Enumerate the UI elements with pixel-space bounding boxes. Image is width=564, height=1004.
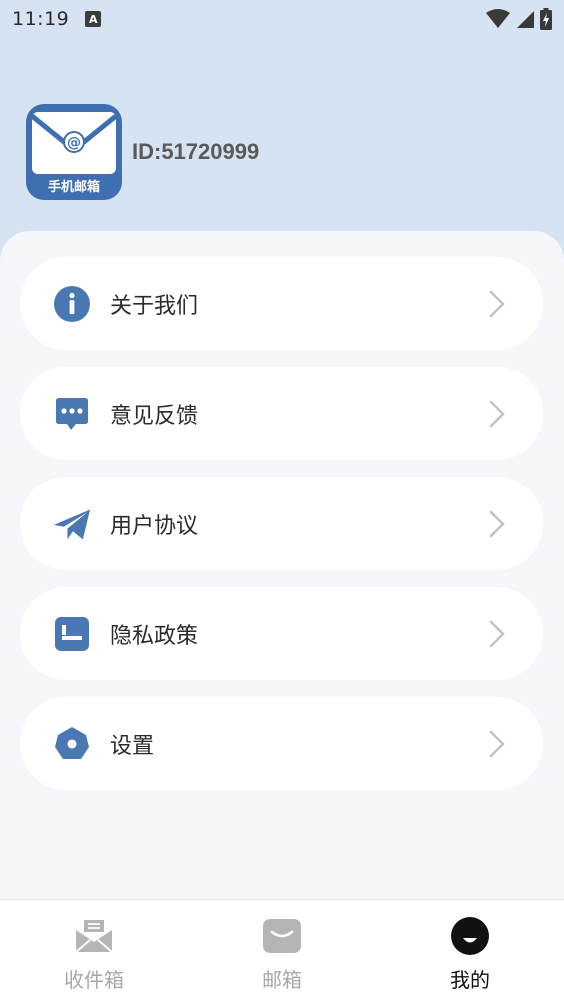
menu-item-user-agreement[interactable]: 用户协议	[20, 477, 543, 570]
menu-label-privacy-policy: 隐私政策	[110, 623, 199, 649]
profile-icon	[451, 917, 489, 955]
inbox-icon	[75, 920, 113, 953]
notification-badge: A	[85, 11, 102, 27]
bottom-tab-bar: 收件箱 邮箱 我的	[0, 899, 564, 1004]
wifi-icon	[486, 9, 510, 28]
status-bar: 11:19 A	[0, 0, 564, 38]
user-id: ID:51720999	[132, 139, 260, 164]
tab-label-mailbox: 邮箱	[262, 968, 302, 992]
document-icon	[53, 615, 91, 653]
profile-header: @ 手机邮箱 ID:51720999	[26, 104, 259, 200]
chevron-right-icon	[489, 730, 505, 757]
app-logo: @ 手机邮箱	[26, 104, 122, 200]
chevron-right-icon	[489, 510, 505, 537]
info-icon	[53, 285, 91, 323]
tab-mine[interactable]: 我的	[376, 900, 564, 1004]
mail-icon	[263, 919, 301, 953]
menu-label-about: 关于我们	[110, 293, 199, 319]
menu-label-user-agreement: 用户协议	[110, 513, 199, 539]
status-time: 11:19	[12, 8, 70, 30]
chevron-right-icon	[489, 290, 505, 317]
menu-item-feedback[interactable]: 意见反馈	[20, 367, 543, 460]
tab-mailbox[interactable]: 邮箱	[188, 900, 376, 1004]
menu-item-privacy-policy[interactable]: 隐私政策	[20, 587, 543, 680]
chat-bubble-icon	[53, 395, 91, 433]
menu-item-settings[interactable]: 设置	[20, 697, 543, 790]
battery-icon	[540, 8, 552, 30]
paper-plane-icon	[53, 505, 91, 543]
tab-inbox[interactable]: 收件箱	[0, 900, 188, 1004]
chevron-right-icon	[489, 620, 505, 647]
menu-item-about[interactable]: 关于我们	[20, 257, 543, 350]
menu-label-settings: 设置	[110, 733, 155, 759]
app-logo-text: 手机邮箱	[48, 179, 100, 195]
tab-label-inbox: 收件箱	[64, 968, 124, 992]
svg-text:@: @	[67, 135, 81, 151]
cell-signal-icon	[517, 11, 534, 28]
tab-label-mine: 我的	[450, 968, 490, 992]
chevron-right-icon	[489, 400, 505, 427]
menu-label-feedback: 意见反馈	[110, 403, 199, 429]
settings-icon	[53, 725, 91, 763]
status-icons	[486, 8, 552, 30]
